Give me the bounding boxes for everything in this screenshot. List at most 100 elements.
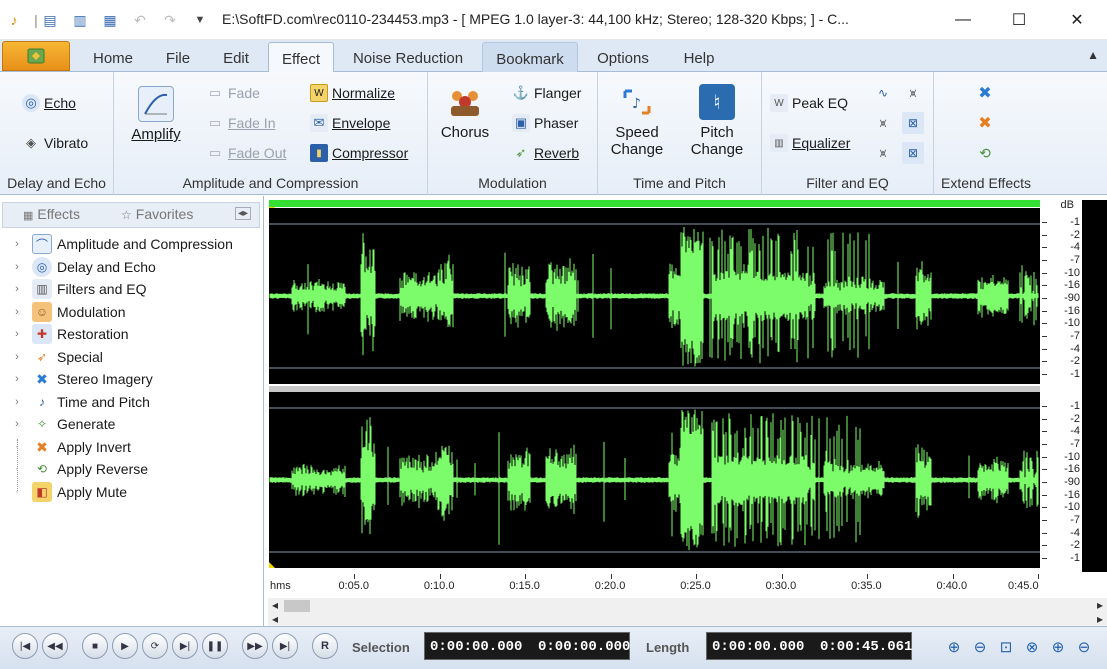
expand-arrow-icon[interactable]: › <box>10 418 24 430</box>
rewind-button[interactable]: ◀◀ <box>42 633 68 659</box>
compressor-button[interactable]: ▮ Compressor <box>310 144 408 162</box>
loop-button[interactable]: ⟳ <box>142 633 168 659</box>
shelf-filter-icon[interactable]: ⩙ <box>872 142 894 164</box>
ribbon-collapse-icon[interactable]: ▲ <box>1087 48 1099 62</box>
tab-help[interactable]: Help <box>670 42 728 72</box>
time-pitch-icon: ♪ <box>39 395 45 409</box>
speed-change-button[interactable]: ♪ Speed Change <box>604 84 670 158</box>
tab-effects[interactable]: ▦ Effects <box>23 206 80 222</box>
fade-out-button[interactable]: ▭ Fade Out <box>206 144 287 162</box>
undo-icon[interactable]: ↶ <box>130 10 150 30</box>
length-display[interactable]: 0:00:00.000 0:00:45.061 <box>706 632 912 660</box>
tree-item-amplitude[interactable]: › ⌒ Amplitude and Compression <box>0 233 233 255</box>
waveform-display[interactable] <box>268 196 1040 574</box>
tree-item-restoration[interactable]: › ✚ Restoration <box>0 323 129 345</box>
bandpass-filter-icon[interactable]: ⩙ <box>872 112 894 134</box>
app-menu-button[interactable] <box>2 41 70 71</box>
tree-item-apply-mute[interactable]: · ◧ Apply Mute <box>0 481 127 503</box>
tab-edit[interactable]: Edit <box>212 42 260 72</box>
fast-forward-button[interactable]: ▶▶ <box>242 633 268 659</box>
pause-button[interactable]: ❚❚ <box>202 633 228 659</box>
zoom-vertical-out-icon[interactable]: ⊖ <box>1072 635 1096 659</box>
stereo-imagery-icon[interactable]: ✖ <box>974 82 996 104</box>
go-to-end-button[interactable]: ▶| <box>272 633 298 659</box>
scroll-thumb[interactable] <box>284 600 310 612</box>
play-selection-button[interactable]: ▶| <box>172 633 198 659</box>
tab-noise-reduction[interactable]: Noise Reduction <box>346 42 470 72</box>
expand-arrow-icon[interactable]: › <box>10 328 24 340</box>
save-icon[interactable]: ▦ <box>100 10 120 30</box>
reverse-icon[interactable]: ⟲ <box>974 142 996 164</box>
minimize-button[interactable]: — <box>940 4 986 36</box>
play-button[interactable]: ▶ <box>112 633 138 659</box>
chorus-button[interactable]: Chorus <box>434 84 496 141</box>
tab-file[interactable]: File <box>154 42 202 72</box>
expand-arrow-icon[interactable]: › <box>10 306 24 318</box>
waveform-editor[interactable]: dB -1 -2 -4 -7 -10 -16 -90 -16 -10 -7 -4 -2 -1 -1 -2 -4… <box>268 196 1107 626</box>
fade-button[interactable]: ▭ Fade <box>206 84 260 102</box>
notch-filter-icon[interactable]: ⊠ <box>902 112 924 134</box>
zoom-selection-icon[interactable]: ⊡ <box>994 635 1018 659</box>
customize-icon[interactable]: ▼ <box>190 10 210 30</box>
go-to-start-button[interactable]: |◀ <box>12 633 38 659</box>
reverb-button[interactable]: ➶ Reverb <box>512 144 580 162</box>
zoom-vertical-in-icon[interactable]: ⊕ <box>1046 635 1070 659</box>
tree-item-delay-echo[interactable]: › ◎ Delay and Echo <box>0 256 156 278</box>
echo-button[interactable]: ◎ Echo <box>22 94 76 112</box>
tree-item-stereo-imagery[interactable]: › ✖ Stereo Imagery <box>0 368 153 390</box>
tab-effect[interactable]: Effect <box>268 42 334 73</box>
scroll-right-arrow-icon[interactable]: ▸ <box>1097 598 1103 612</box>
highpass-filter-icon[interactable]: ⩙ <box>902 82 924 104</box>
tree-item-time-pitch[interactable]: › ♪ Time and Pitch <box>0 391 150 413</box>
flanger-button[interactable]: ⚓ Flanger <box>512 84 582 102</box>
tab-bookmark[interactable]: Bookmark <box>482 42 578 72</box>
zoom-full-icon[interactable]: ⊗ <box>1020 635 1044 659</box>
open-icon[interactable]: ▥ <box>70 10 90 30</box>
tab-home[interactable]: Home <box>84 42 142 72</box>
zoom-scroll-right-arrow-icon[interactable]: ▸ <box>1097 612 1103 626</box>
tab-options[interactable]: Options <box>588 42 658 72</box>
new-icon[interactable]: ▤ <box>40 10 60 30</box>
phaser-button[interactable]: ▣ Phaser <box>512 114 578 132</box>
tree-item-apply-invert[interactable]: · ✖ Apply Invert <box>0 436 131 458</box>
expand-arrow-icon[interactable]: › <box>10 396 24 408</box>
panel-nav-icon[interactable]: ◂▸ <box>235 207 252 220</box>
record-button[interactable]: R <box>312 633 338 659</box>
channel-divider[interactable] <box>269 386 1040 392</box>
peak-eq-button[interactable]: W Peak EQ <box>770 94 848 112</box>
selection-bar[interactable] <box>269 200 1040 207</box>
normalize-button[interactable]: W Normalize <box>310 84 395 102</box>
timeline-ruler[interactable]: hms 0:05.0 0:10.0 0:15.0 0:20.0 0:25.0 0:30.0… <box>268 574 1040 598</box>
zoom-out-icon[interactable]: ⊖ <box>968 635 992 659</box>
equalizer-button[interactable]: ▥ Equalizer <box>770 134 850 152</box>
close-button[interactable]: ✕ <box>1054 4 1100 36</box>
vibrato-button[interactable]: ◈ Vibrato <box>22 134 88 152</box>
horizontal-scrollbar[interactable]: ◂ ▸ ◂ ▸ <box>268 598 1107 626</box>
zoom-scroll-left-arrow-icon[interactable]: ◂ <box>272 612 278 626</box>
envelope-button[interactable]: ✉ Envelope <box>310 114 390 132</box>
expand-arrow-icon[interactable]: › <box>10 261 24 273</box>
amplify-button[interactable]: Amplify <box>124 86 188 143</box>
expand-arrow-icon[interactable]: › <box>10 351 24 363</box>
pitch-change-button[interactable]: ♮ Pitch Change <box>684 84 750 158</box>
maximize-button[interactable]: ☐ <box>996 4 1042 36</box>
zoom-in-icon[interactable]: ⊕ <box>942 635 966 659</box>
graphic-filter-icon[interactable]: ⊠ <box>902 142 924 164</box>
invert-icon[interactable]: ✖ <box>974 112 996 134</box>
tree-item-filters-eq[interactable]: › ▥ Filters and EQ <box>0 278 146 300</box>
tree-item-generate[interactable]: › ✧ Generate <box>0 413 115 435</box>
fade-in-button[interactable]: ▭ Fade In <box>206 114 276 132</box>
tree-item-apply-reverse[interactable]: · ⟲ Apply Reverse <box>0 458 148 480</box>
expand-arrow-icon[interactable]: › <box>10 238 24 250</box>
tab-favorites[interactable]: ☆ Favorites <box>121 206 193 222</box>
selection-display[interactable]: 0:00:00.000 0:00:00.000 <box>424 632 630 660</box>
app-icon[interactable]: ♪ <box>4 10 24 30</box>
redo-icon[interactable]: ↷ <box>160 10 180 30</box>
expand-arrow-icon[interactable]: › <box>10 373 24 385</box>
tree-item-modulation[interactable]: › ☺ Modulation <box>0 301 126 323</box>
expand-arrow-icon[interactable]: › <box>10 283 24 295</box>
tree-item-special[interactable]: › ➶ Special <box>0 346 103 368</box>
lowpass-filter-icon[interactable]: ∿ <box>872 82 894 104</box>
stop-button[interactable]: ■ <box>82 633 108 659</box>
scroll-left-arrow-icon[interactable]: ◂ <box>272 598 278 612</box>
